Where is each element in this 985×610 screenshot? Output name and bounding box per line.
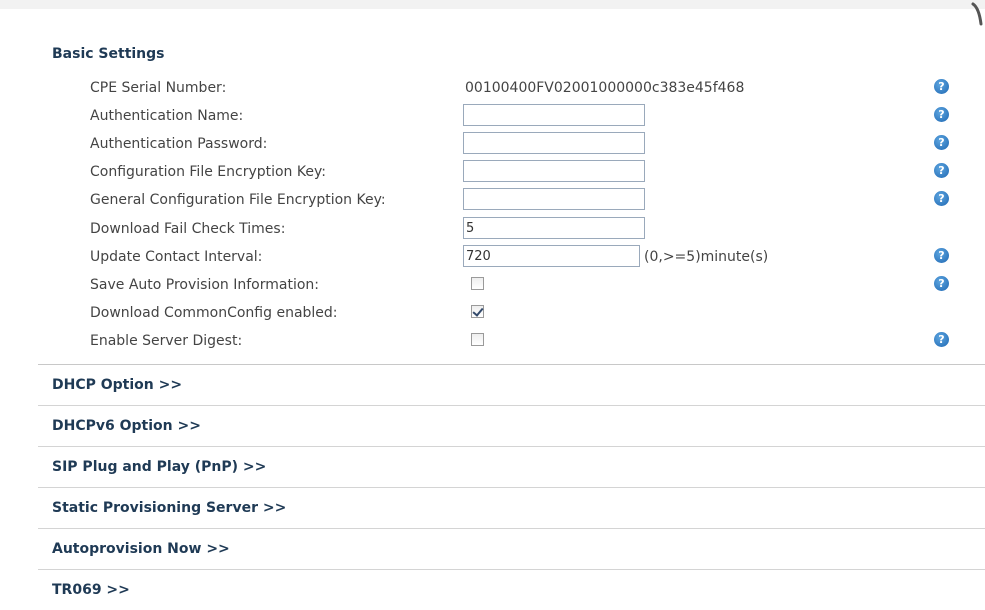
top-bar — [0, 0, 985, 9]
section-sip-pnp[interactable]: SIP Plug and Play (PnP) >> — [38, 446, 985, 487]
update-interval-label: Update Contact Interval: — [90, 249, 263, 265]
config-key-input[interactable] — [463, 160, 645, 182]
help-icon[interactable]: ? — [934, 248, 949, 263]
section-static-provisioning-server[interactable]: Static Provisioning Server >> — [38, 487, 985, 528]
auth-name-row: Authentication Name: ? — [0, 104, 985, 128]
auth-name-label: Authentication Name: — [90, 108, 244, 124]
general-config-key-input[interactable] — [463, 188, 645, 210]
help-icon[interactable]: ? — [934, 79, 949, 94]
save-auto-provision-label: Save Auto Provision Information: — [90, 277, 319, 293]
download-commonconfig-checkbox[interactable] — [471, 305, 484, 318]
section-label[interactable]: Static Provisioning Server >> — [52, 500, 286, 516]
auth-password-label: Authentication Password: — [90, 136, 268, 152]
section-tr069[interactable]: TR069 >> — [38, 569, 985, 610]
download-fail-check-input[interactable] — [463, 217, 645, 239]
corner-curve-icon — [971, 2, 983, 26]
download-commonconfig-label: Download CommonConfig enabled: — [90, 305, 338, 321]
save-auto-provision-checkbox[interactable] — [471, 277, 484, 290]
auth-password-input[interactable] — [463, 132, 645, 154]
auth-name-input[interactable] — [463, 104, 645, 126]
collapsible-sections: DHCP Option >> DHCPv6 Option >> SIP Plug… — [38, 364, 985, 610]
update-interval-row: Update Contact Interval: (0,>=5)minute(s… — [0, 245, 985, 269]
cpe-serial-value: 00100400FV02001000000c383e45f468 — [465, 80, 745, 96]
section-dhcp-option[interactable]: DHCP Option >> — [38, 364, 985, 405]
update-interval-unit: (0,>=5)minute(s) — [644, 249, 769, 265]
enable-server-digest-row: Enable Server Digest: ? — [0, 329, 985, 353]
save-auto-provision-row: Save Auto Provision Information: ? — [0, 273, 985, 297]
help-icon[interactable]: ? — [934, 332, 949, 347]
auth-password-row: Authentication Password: ? — [0, 132, 985, 156]
section-label[interactable]: Autoprovision Now >> — [52, 541, 230, 557]
enable-server-digest-label: Enable Server Digest: — [90, 333, 243, 349]
download-fail-check-label: Download Fail Check Times: — [90, 221, 286, 237]
section-autoprovision-now[interactable]: Autoprovision Now >> — [38, 528, 985, 569]
enable-server-digest-checkbox[interactable] — [471, 333, 484, 346]
help-icon[interactable]: ? — [934, 276, 949, 291]
cpe-serial-label: CPE Serial Number: — [90, 80, 227, 96]
section-label[interactable]: DHCPv6 Option >> — [52, 418, 201, 434]
section-label[interactable]: DHCP Option >> — [52, 377, 182, 393]
config-key-row: Configuration File Encryption Key: ? — [0, 160, 985, 184]
section-dhcpv6-option[interactable]: DHCPv6 Option >> — [38, 405, 985, 446]
section-label[interactable]: TR069 >> — [52, 582, 130, 598]
help-icon[interactable]: ? — [934, 107, 949, 122]
general-config-key-label: General Configuration File Encryption Ke… — [90, 192, 386, 208]
general-config-key-row: General Configuration File Encryption Ke… — [0, 188, 985, 212]
cpe-serial-row: CPE Serial Number: 00100400FV02001000000… — [0, 76, 985, 100]
help-icon[interactable]: ? — [934, 163, 949, 178]
download-fail-check-row: Download Fail Check Times: — [0, 217, 985, 241]
section-label[interactable]: SIP Plug and Play (PnP) >> — [52, 459, 266, 475]
config-key-label: Configuration File Encryption Key: — [90, 164, 326, 180]
help-icon[interactable]: ? — [934, 135, 949, 150]
basic-settings-title: Basic Settings — [52, 46, 165, 62]
help-icon[interactable]: ? — [934, 191, 949, 206]
update-interval-input[interactable] — [463, 245, 640, 267]
download-commonconfig-row: Download CommonConfig enabled: — [0, 301, 985, 325]
